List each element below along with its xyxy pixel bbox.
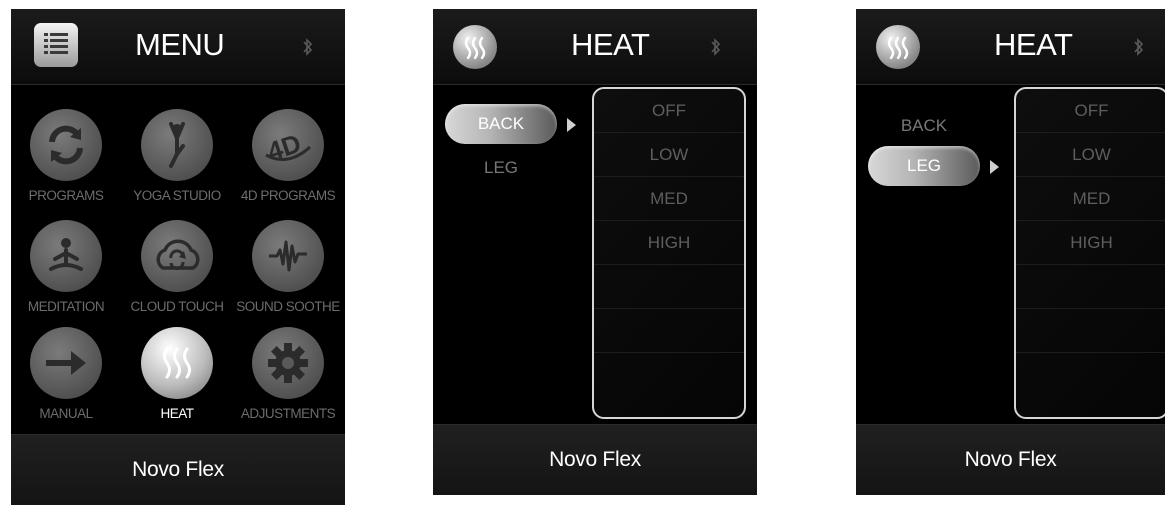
selection-arrow-icon <box>567 118 576 132</box>
programs-refresh-icon <box>30 109 102 181</box>
level-med-option[interactable]: MED <box>594 177 744 221</box>
gear-icon <box>252 327 324 399</box>
meditation-figure-icon <box>30 220 102 292</box>
level-med-option[interactable]: MED <box>1016 177 1165 221</box>
sound-wave-icon <box>252 220 324 292</box>
heat-screen-back: HEAT BACK LEG OFF LOW MED HIGH Novo Flex <box>433 9 757 495</box>
level-empty-row <box>1016 309 1165 353</box>
menu-item-label: ADJUSTMENTS <box>240 406 336 421</box>
arrow-right-icon <box>30 327 102 399</box>
level-off-option[interactable]: OFF <box>1016 89 1165 133</box>
level-low-option[interactable]: LOW <box>1016 133 1165 177</box>
menu-header: MENU <box>11 9 345 85</box>
4d-icon: 4D <box>252 109 324 181</box>
heat-waves-icon <box>141 327 213 399</box>
menu-item-label: SOUND SOOTHE <box>236 299 340 314</box>
heat-header: HEAT <box>433 9 757 85</box>
menu-item-label: PROGRAMS <box>28 188 104 203</box>
zone-back-button[interactable]: BACK <box>868 106 980 146</box>
footer-brand: Novo Flex <box>549 448 641 471</box>
menu-item-meditation[interactable]: MEDITATION <box>11 220 121 314</box>
level-high-option[interactable]: HIGH <box>1016 221 1165 265</box>
heat-waves-icon[interactable] <box>876 25 920 69</box>
page-title: HEAT <box>994 27 1073 62</box>
level-high-option[interactable]: HIGH <box>594 221 744 265</box>
level-off-option[interactable]: OFF <box>594 89 744 133</box>
menu-item-label: MANUAL <box>39 406 93 421</box>
menu-item-yoga-studio[interactable]: YOGA STUDIO <box>122 109 232 203</box>
zone-back-button[interactable]: BACK <box>445 104 557 144</box>
menu-item-4d-programs[interactable]: 4D 4D PROGRAMS <box>233 109 343 203</box>
page-title: MENU <box>135 27 225 62</box>
heat-level-list: OFF LOW MED HIGH <box>592 87 746 419</box>
menu-item-adjustments[interactable]: ADJUSTMENTS <box>233 327 343 421</box>
footer-bar: Novo Flex <box>856 424 1165 495</box>
selection-arrow-icon <box>990 160 999 174</box>
bluetooth-icon <box>303 38 313 56</box>
bluetooth-icon <box>1134 38 1144 56</box>
zone-leg-button[interactable]: LEG <box>445 148 557 188</box>
menu-item-heat[interactable]: HEAT <box>122 327 232 421</box>
menu-screen: MENU PROGRAMS YOGA STUDIO 4D 4D PROGRAMS… <box>11 9 345 505</box>
heat-screen-leg: HEAT BACK LEG OFF LOW MED HIGH Novo Flex <box>856 9 1165 495</box>
footer-brand: Novo Flex <box>132 458 224 481</box>
yoga-figure-icon <box>141 109 213 181</box>
heat-waves-icon[interactable] <box>453 25 497 69</box>
bluetooth-icon <box>711 38 721 56</box>
page-title: HEAT <box>571 27 650 62</box>
menu-item-sound-soothe[interactable]: SOUND SOOTHE <box>233 220 343 314</box>
heat-level-list: OFF LOW MED HIGH <box>1014 87 1165 419</box>
cloud-touch-icon <box>141 220 213 292</box>
menu-item-cloud-touch[interactable]: CLOUD TOUCH <box>122 220 232 314</box>
zone-leg-button[interactable]: LEG <box>868 146 980 186</box>
level-low-option[interactable]: LOW <box>594 133 744 177</box>
menu-item-label: MEDITATION <box>27 299 105 314</box>
heat-header: HEAT <box>856 9 1165 85</box>
footer-brand: Novo Flex <box>964 448 1057 471</box>
menu-item-programs[interactable]: PROGRAMS <box>11 109 121 203</box>
menu-item-label: CLOUD TOUCH <box>130 299 224 314</box>
level-empty-row <box>594 353 744 396</box>
menu-item-label: HEAT <box>160 406 194 421</box>
menu-item-manual[interactable]: MANUAL <box>11 327 121 421</box>
level-empty-row <box>594 265 744 309</box>
level-empty-row <box>1016 353 1165 396</box>
menu-item-label: 4D PROGRAMS <box>240 188 336 203</box>
list-menu-icon[interactable] <box>34 23 78 67</box>
menu-item-label: YOGA STUDIO <box>133 188 221 203</box>
footer-bar: Novo Flex <box>433 424 757 495</box>
level-empty-row <box>594 309 744 353</box>
level-empty-row <box>1016 265 1165 309</box>
footer-bar: Novo Flex <box>11 434 345 505</box>
